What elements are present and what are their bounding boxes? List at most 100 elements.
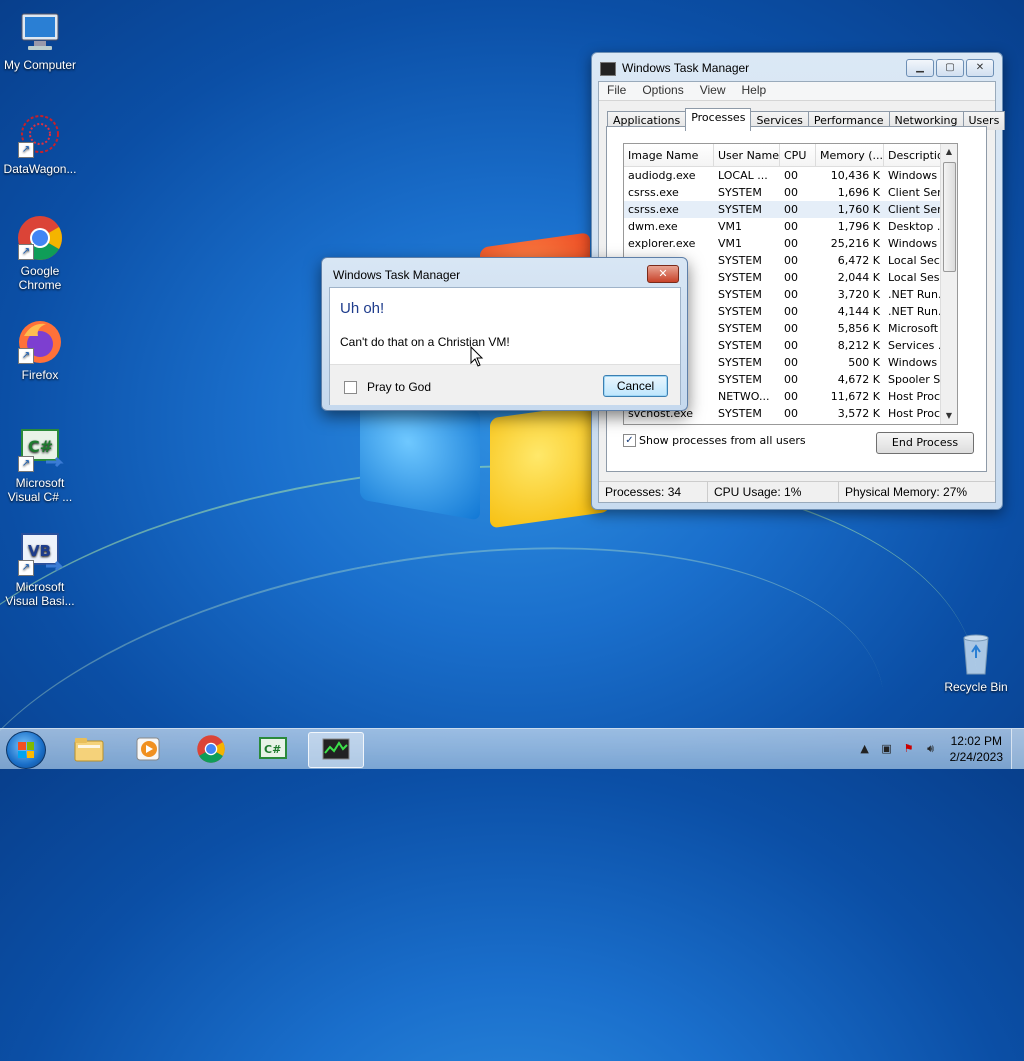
chrome-icon: ↗ — [16, 214, 64, 262]
end-process-button[interactable]: End Process — [876, 432, 974, 454]
column-cpu[interactable]: CPU — [780, 144, 816, 166]
status-memory: Physical Memory: 27% — [845, 485, 968, 499]
table-cell: 3,720 K — [837, 288, 880, 301]
taskbar: C# ▲ ▣ ⚑ 🔊︎ 12:02 PM 2/24/2023 — [0, 728, 1024, 769]
column-memory[interactable]: Memory (... — [816, 144, 884, 166]
desktop-icon-datawagon[interactable]: ↗ DataWagon... — [0, 112, 80, 176]
table-cell: 00 — [784, 237, 798, 250]
table-cell: 1,696 K — [837, 186, 880, 199]
desktop-icon-recycle-bin[interactable]: Recycle Bin — [936, 630, 1016, 694]
desktop-icon-chrome[interactable]: ↗ Google Chrome — [0, 214, 80, 292]
taskbar-explorer[interactable] — [62, 732, 116, 766]
close-button[interactable]: ✕ — [966, 59, 994, 77]
pray-checkbox-row[interactable]: Pray to God — [344, 380, 431, 394]
table-cell: 00 — [784, 356, 798, 369]
windows-flag-icon — [18, 742, 34, 758]
computer-icon — [16, 8, 64, 56]
clock[interactable]: 12:02 PM 2/24/2023 — [942, 733, 1011, 765]
table-cell: SYSTEM — [718, 322, 762, 335]
taskbar-visual-csharp[interactable]: C# — [246, 732, 300, 766]
table-cell: 00 — [784, 203, 798, 216]
table-cell: SYSTEM — [718, 271, 762, 284]
table-cell: LOCAL ... — [718, 169, 768, 182]
svg-text:VB: VB — [28, 542, 51, 560]
table-cell: SYSTEM — [718, 339, 762, 352]
taskbar-chrome[interactable] — [184, 732, 238, 766]
table-row[interactable]: dwm.exe VM1 00 1,796 K Desktop ... — [624, 218, 957, 235]
table-cell: SYSTEM — [718, 407, 762, 420]
menu-bar: File Options View Help — [599, 82, 995, 101]
desktop-icon-visual-csharp[interactable]: C# ↗ Microsoft Visual C# ... — [0, 426, 80, 504]
firefox-icon: ↗ — [16, 318, 64, 366]
table-cell: 00 — [784, 390, 798, 403]
table-cell: 00 — [784, 288, 798, 301]
shortcut-arrow-icon: ↗ — [18, 142, 34, 158]
task-manager-icon — [322, 738, 350, 760]
table-cell: 4,672 K — [837, 373, 880, 386]
scroll-down-icon[interactable]: ▼ — [941, 408, 957, 424]
table-cell: 6,472 K — [837, 254, 880, 267]
show-all-processes[interactable]: ✓ Show processes from all users — [623, 434, 806, 447]
minimize-button[interactable]: ▁ — [906, 59, 934, 77]
table-cell: 3,572 K — [837, 407, 880, 420]
desktop-icon-my-computer[interactable]: My Computer — [0, 8, 80, 72]
table-row[interactable]: audiodg.exe LOCAL ... 00 10,436 K Windows ..… — [624, 167, 957, 184]
recycle-bin-icon — [952, 630, 1000, 678]
table-cell: 00 — [784, 322, 798, 335]
show-hidden-icons-icon[interactable]: ▲ — [858, 742, 872, 756]
network-icon[interactable]: ▣ — [880, 742, 894, 756]
folder-icon — [74, 738, 104, 762]
dialog-title: Windows Task Manager — [333, 268, 461, 282]
column-user-name[interactable]: User Name — [714, 144, 780, 166]
table-cell: SYSTEM — [718, 373, 762, 386]
dialog-close-icon[interactable]: ✕ — [647, 265, 679, 283]
table-cell: csrss.exe — [628, 186, 679, 199]
error-dialog[interactable]: Windows Task Manager ✕ Uh oh! Can't do t… — [321, 257, 688, 411]
table-cell: 4,144 K — [837, 305, 880, 318]
table-cell: 11,672 K — [830, 390, 880, 403]
table-cell: 5,856 K — [837, 322, 880, 335]
tab-processes[interactable]: Processes — [685, 108, 752, 131]
maximize-button[interactable]: ▢ — [936, 59, 964, 77]
show-desktop-button[interactable] — [1011, 729, 1024, 769]
menu-options[interactable]: Options — [634, 82, 691, 100]
scroll-up-icon[interactable]: ▲ — [941, 144, 957, 160]
table-row[interactable]: csrss.exe SYSTEM 00 1,760 K Client Ser... — [624, 201, 957, 218]
shortcut-arrow-icon: ↗ — [18, 456, 34, 472]
column-image-name[interactable]: Image Name — [624, 144, 714, 166]
start-button[interactable] — [6, 731, 46, 769]
desktop-icon-visual-basic[interactable]: VB ↗ Microsoft Visual Basi... — [0, 530, 80, 608]
action-center-flag-icon[interactable]: ⚑ — [902, 742, 916, 756]
menu-help[interactable]: Help — [734, 82, 775, 100]
process-list-header: Image Name User Name CPU Memory (... Des… — [624, 144, 957, 167]
media-player-icon — [136, 737, 160, 761]
table-cell: SYSTEM — [718, 254, 762, 267]
taskbar-task-manager[interactable] — [308, 732, 364, 768]
dialog-message: Can't do that on a Christian VM! — [340, 335, 510, 349]
scroll-thumb[interactable] — [943, 162, 956, 272]
pray-checkbox[interactable] — [344, 380, 357, 394]
table-cell: SYSTEM — [718, 288, 762, 301]
table-row[interactable]: csrss.exe SYSTEM 00 1,696 K Client Ser... — [624, 184, 957, 201]
table-cell: explorer.exe — [628, 237, 696, 250]
visual-csharp-icon: C# ↗ — [16, 426, 64, 474]
show-all-checkbox[interactable]: ✓ — [623, 434, 636, 447]
system-tray: ▲ ▣ ⚑ 🔊︎ 12:02 PM 2/24/2023 — [854, 729, 1024, 769]
visual-csharp-icon: C# — [259, 737, 287, 759]
cancel-button[interactable]: Cancel — [603, 375, 668, 397]
shortcut-arrow-icon: ↗ — [18, 560, 34, 576]
svg-text:C#: C# — [28, 437, 53, 456]
table-cell: 25,216 K — [830, 237, 880, 250]
table-cell: 00 — [784, 373, 798, 386]
task-manager-title: Windows Task Manager — [622, 61, 750, 75]
menu-file[interactable]: File — [599, 82, 634, 100]
taskbar-media-player[interactable] — [122, 732, 176, 766]
menu-view[interactable]: View — [692, 82, 734, 100]
table-cell: SYSTEM — [718, 305, 762, 318]
table-cell: SYSTEM — [718, 356, 762, 369]
volume-icon[interactable]: 🔊︎ — [924, 742, 938, 756]
table-cell: SYSTEM — [718, 203, 762, 216]
process-list-scrollbar[interactable]: ▲ ▼ — [940, 144, 957, 424]
desktop-icon-firefox[interactable]: ↗ Firefox — [0, 318, 80, 382]
table-row[interactable]: explorer.exe VM1 00 25,216 K Windows ... — [624, 235, 957, 252]
